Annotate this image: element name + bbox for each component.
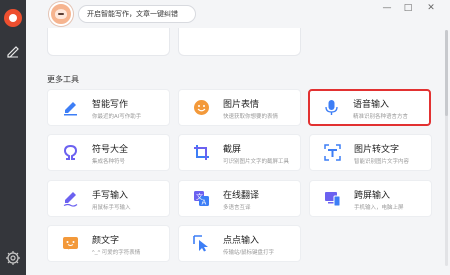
pointer-input-icon — [193, 235, 208, 252]
tool-card-kaomoji[interactable]: 颜文字 ^_^ 可爱的字符表情 — [47, 225, 170, 262]
settings-icon[interactable] — [5, 250, 21, 266]
image-to-text-icon — [324, 144, 341, 161]
tool-title: 手写输入 — [92, 190, 129, 200]
tool-card-handwriting[interactable]: 手写输入 用鼠标手写输入 — [47, 180, 170, 217]
emoji-icon — [194, 100, 209, 115]
handwriting-icon — [63, 192, 78, 207]
minimize-button[interactable]: — — [380, 2, 394, 14]
partial-card — [178, 28, 301, 56]
cross-screen-icon — [325, 192, 341, 207]
tool-card-translate[interactable]: 文 A 在线翻译 多语言互译 — [178, 180, 301, 217]
tool-title: 图片表情 — [223, 99, 260, 109]
tool-desc: 多语言互译 — [223, 205, 251, 211]
close-button[interactable]: ✕ — [424, 2, 438, 14]
app-logo-icon[interactable] — [4, 9, 22, 27]
tool-desc: ^_^ 可爱的字符表情 — [92, 250, 141, 256]
tool-title: 智能写作 — [92, 99, 129, 109]
tool-card-screenshot[interactable]: 截屏 可识别图片文字的截屏工具 — [178, 134, 301, 171]
screenshot-icon — [194, 145, 209, 160]
svg-text:A: A — [202, 199, 207, 207]
ai-writing-icon — [64, 102, 77, 116]
tool-desc: 你最近的AI写作助手 — [92, 114, 142, 120]
tool-desc: 用鼠标手写输入 — [92, 205, 131, 211]
tool-desc: 可识别图片文字的截屏工具 — [223, 159, 290, 165]
tool-desc: 智能识别图片文字内容 — [354, 159, 410, 165]
smart-writing-tip[interactable]: 开启智能写作，文章一键纠错 — [78, 5, 196, 23]
omega-symbol-icon — [63, 144, 78, 160]
translate-icon: 文 A — [194, 191, 209, 207]
tool-desc: 集成各种符号 — [92, 159, 126, 165]
tool-title: 符号大全 — [92, 144, 129, 154]
maximize-button[interactable]: □ — [401, 2, 415, 14]
tool-card-image-to-text[interactable]: 图片转文字 智能识别图片文字内容 — [309, 134, 432, 171]
tool-card-emoji[interactable]: 图片表情 快速获取你想要的表情 — [178, 89, 301, 126]
left-sidebar — [0, 0, 26, 275]
tool-desc: 传输站/鼠标键盘打字 — [223, 250, 275, 256]
tool-desc: 精准识别各种语言方言 — [353, 114, 409, 120]
avatar[interactable] — [49, 2, 73, 26]
tool-title: 跨屏输入 — [354, 190, 391, 200]
partial-card — [47, 28, 170, 56]
microphone-icon — [325, 100, 338, 115]
tool-title: 语音输入 — [353, 99, 390, 109]
kaomoji-icon — [63, 237, 78, 250]
tool-desc: 快速获取你想要的表情 — [223, 114, 279, 120]
tool-desc: 手机输入，电脑上屏 — [354, 205, 404, 211]
tool-card-voice-input[interactable]: 语音输入 精准识别各种语言方言 — [308, 89, 431, 126]
top-bar: 开启智能写作，文章一键纠错 — □ ✕ — [26, 0, 450, 28]
tool-title: 点点输入 — [223, 235, 260, 245]
scrollbar-thumb[interactable] — [445, 30, 448, 116]
tool-title: 在线翻译 — [223, 190, 260, 200]
tool-title: 颜文字 — [92, 235, 120, 245]
tool-card-pointer-input[interactable]: 点点输入 传输站/鼠标键盘打字 — [178, 225, 301, 262]
edit-icon[interactable] — [6, 44, 20, 58]
tool-card-symbols[interactable]: 符号大全 集成各种符号 — [47, 134, 170, 171]
tool-title: 图片转文字 — [354, 144, 400, 154]
tool-card-cross-screen[interactable]: 跨屏输入 手机输入，电脑上屏 — [309, 180, 432, 217]
tool-card-ai-writing[interactable]: 智能写作 你最近的AI写作助手 — [47, 89, 170, 126]
section-title: 更多工具 — [47, 75, 79, 84]
tool-title: 截屏 — [223, 144, 242, 154]
